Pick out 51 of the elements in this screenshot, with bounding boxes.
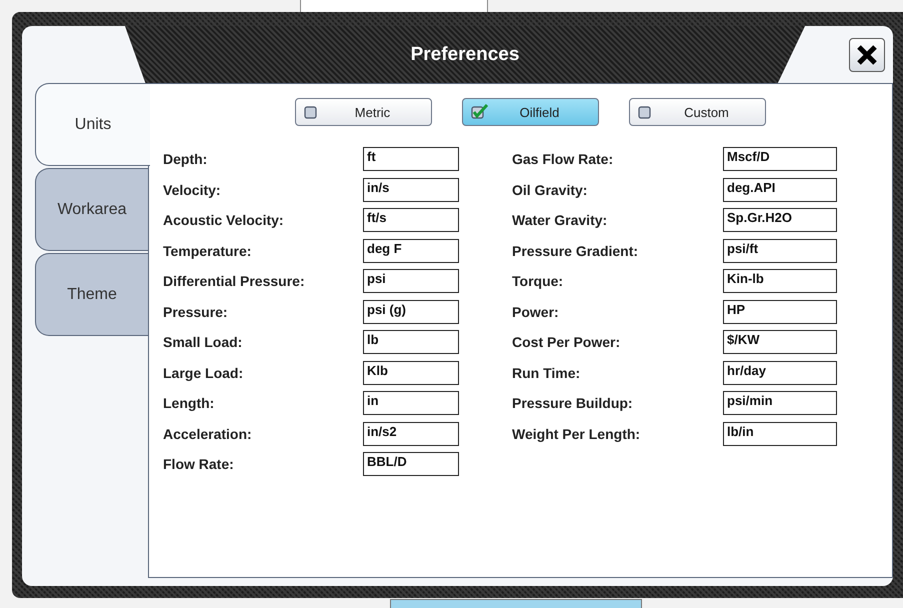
unit-field[interactable]: Sp.Gr.H2O: [723, 208, 837, 232]
unit-label: Cost Per Power:: [512, 334, 622, 350]
unit-field[interactable]: psi/min: [723, 391, 837, 416]
window-title: Preferences: [410, 44, 520, 66]
tab[interactable]: Units: [35, 83, 150, 166]
unit-label: Water Gravity:: [512, 212, 608, 228]
close-button[interactable]: [849, 38, 885, 72]
unit-field[interactable]: lb: [363, 330, 459, 354]
unit-label: Differential Pressure:: [163, 273, 306, 290]
tab[interactable]: Workarea: [35, 168, 148, 251]
unit-system-button[interactable]: Custom: [629, 98, 766, 126]
unit-field[interactable]: deg F: [363, 238, 459, 263]
unit-field[interactable]: in/s2: [363, 422, 459, 446]
unit-field[interactable]: Mscf/D: [723, 147, 837, 172]
unit-label: Weight Per Length:: [512, 426, 642, 442]
close-icon: [855, 42, 879, 66]
unit-field[interactable]: ft/s: [363, 208, 459, 232]
unit-label: Pressure Buildup:: [512, 395, 634, 412]
unit-field[interactable]: psi (g): [363, 300, 459, 324]
unit-label: Pressure:: [163, 304, 229, 320]
unit-label: Gas Flow Rate:: [512, 151, 614, 168]
unit-field[interactable]: Klb: [363, 360, 459, 385]
unit-field[interactable]: ft: [363, 147, 459, 172]
unit-field[interactable]: $/KW: [723, 330, 837, 354]
unit-label: Acceleration:: [163, 426, 253, 442]
unit-label: Pressure Gradient:: [512, 242, 640, 259]
unit-system-button[interactable]: Metric: [295, 98, 432, 126]
unit-label: Velocity:: [163, 182, 222, 198]
unit-field[interactable]: HP: [723, 300, 837, 324]
unit-label: Large Load:: [163, 364, 244, 381]
unit-label: Small Load:: [163, 334, 244, 350]
unit-label: Length:: [163, 395, 216, 412]
unit-field[interactable]: in/s: [363, 178, 459, 202]
unit-label: Torque:: [512, 273, 564, 290]
unit-field[interactable]: hr/day: [723, 360, 837, 385]
unit-field[interactable]: BBL/D: [363, 452, 459, 476]
unit-label: Power:: [512, 304, 560, 320]
unit-field[interactable]: in: [363, 391, 459, 416]
unit-label: Oil Gravity:: [512, 182, 588, 198]
unit-system-button[interactable]: Oilfield: [462, 98, 599, 126]
unit-field[interactable]: Kin-lb: [723, 269, 837, 294]
unit-label: Run Time:: [512, 364, 582, 381]
unit-field[interactable]: deg.API: [723, 178, 837, 202]
unit-label: Flow Rate:: [163, 456, 235, 472]
tab[interactable]: Theme: [35, 253, 148, 336]
unit-label: Temperature:: [163, 242, 252, 259]
unit-field[interactable]: psi/ft: [723, 238, 837, 263]
unit-label: Acoustic Velocity:: [163, 212, 285, 228]
unit-label: Depth:: [163, 151, 208, 168]
unit-field[interactable]: lb/in: [723, 422, 837, 446]
unit-field[interactable]: psi: [363, 269, 459, 294]
